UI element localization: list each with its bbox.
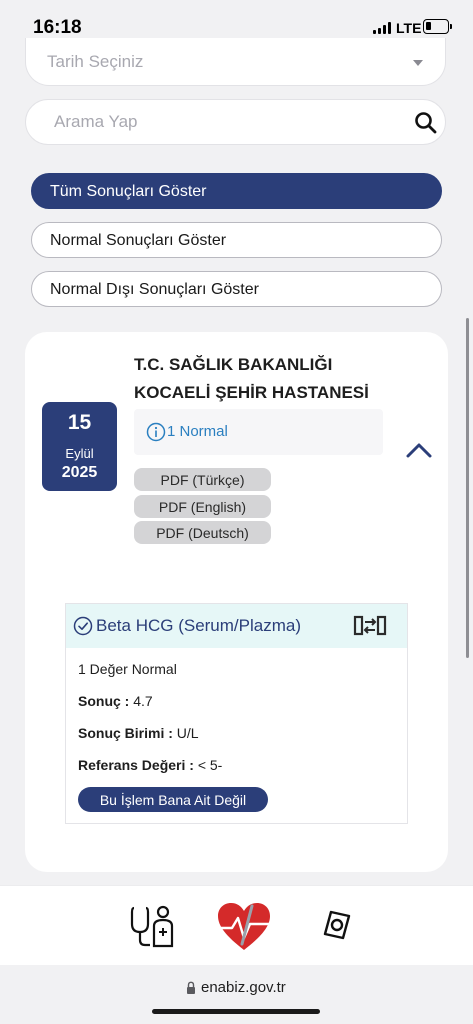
date-select[interactable]: Tarih Seçiniz [25,38,446,86]
result-status-text: 1 Normal [167,423,228,440]
date-month: Eylül [65,446,94,461]
browser-url-bar[interactable]: enabiz.gov.tr [0,965,473,1024]
reference-label: Referans Değeri : [78,757,194,773]
filter-normal-results-button[interactable]: Normal Sonuçları Göster [31,222,442,258]
pdf-turkish-button[interactable]: PDF (Türkçe) [134,468,271,491]
status-time: 16:18 [33,17,82,38]
result-value: 4.7 [133,693,153,709]
doctor-patient-icon[interactable] [130,904,176,948]
not-mine-button[interactable]: Bu İşlem Bana Ait Değil [78,787,268,812]
test-summary: 1 Değer Normal [78,661,177,677]
date-year: 2025 [61,464,98,481]
network-type: LTE [396,20,422,36]
unit-label: Sonuç Birimi : [78,725,173,741]
reference-value: < 5- [197,757,223,773]
info-icon [146,422,166,442]
battery-icon [423,19,452,34]
home-indicator[interactable] [152,1009,320,1014]
pdf-german-button[interactable]: PDF (Deutsch) [134,521,271,544]
pdf-english-button[interactable]: PDF (English) [134,495,271,518]
test-result-card: Beta HCG (Serum/Plazma) 1 Değer Normal S… [65,603,408,824]
filter-abnormal-results-button[interactable]: Normal Dışı Sonuçları Göster [31,271,442,307]
scrollbar[interactable] [466,318,469,658]
hospital-name-line2: KOCAELİ ŞEHİR HASTANESİ [134,383,369,402]
lock-icon [187,981,195,994]
bottom-nav [0,885,473,965]
battery-level [426,22,431,30]
result-row: Sonuç : 4.7 [78,693,153,709]
result-card: T.C. SAĞLIK BAKANLIĞI KOCAELİ ŞEHİR HAST… [25,332,448,872]
test-header[interactable]: Beta HCG (Serum/Plazma) [66,604,407,648]
url-text: enabiz.gov.tr [201,979,286,996]
search-input[interactable] [54,112,394,132]
collapse-chevron-up-icon[interactable] [405,440,433,460]
hospital-name-line1: T.C. SAĞLIK BAKANLIĞI [134,355,333,374]
test-name: Beta HCG (Serum/Plazma) [96,616,301,635]
capsule-icon[interactable] [321,908,353,942]
result-status-box: 1 Normal [134,409,383,455]
cellular-signal-icon [373,22,391,34]
unit-value: U/L [176,725,199,741]
compare-swap-icon[interactable] [353,614,387,638]
dropdown-caret-icon [413,60,423,66]
unit-row: Sonuç Birimi : U/L [78,725,199,741]
heart-logo-icon[interactable] [212,898,276,954]
reference-row: Referans Değeri : < 5- [78,757,222,773]
search-icon[interactable] [413,110,439,136]
result-label: Sonuç : [78,693,130,709]
date-select-placeholder: Tarih Seçiniz [47,52,144,71]
filter-all-results-button[interactable]: Tüm Sonuçları Göster [31,173,442,209]
date-badge: 15 Eylül 2025 [42,402,117,491]
check-circle-icon [73,616,93,636]
search-bar [25,99,446,145]
hospital-name: T.C. SAĞLIK BAKANLIĞI KOCAELİ ŞEHİR HAST… [134,351,434,407]
date-day: 15 [67,411,92,434]
